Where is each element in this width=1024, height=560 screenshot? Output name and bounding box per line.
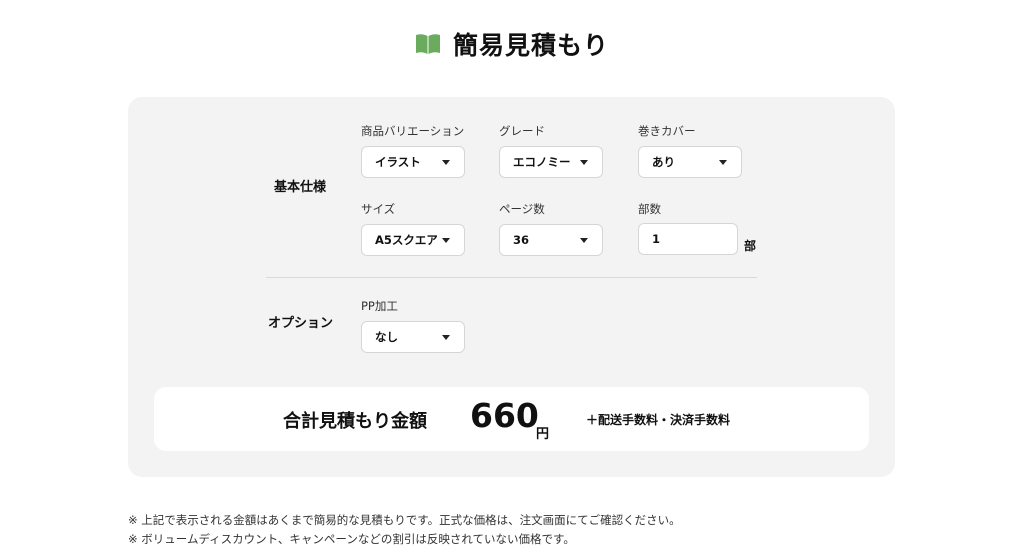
book-icon [415, 33, 441, 55]
variation-label: 商品バリエーション [361, 124, 465, 138]
variation-select[interactable]: イラスト [361, 146, 465, 178]
total-label: 合計見積もり金額 [283, 411, 427, 432]
pp-select[interactable]: なし [361, 321, 465, 353]
chevron-down-icon [442, 335, 450, 340]
copies-unit: 部 [744, 239, 757, 253]
pp-value: なし [375, 330, 398, 344]
total-unit: 円 [536, 427, 550, 442]
chevron-down-icon [580, 160, 588, 165]
total-fee-note: ＋配送手数料・決済手数料 [586, 413, 731, 427]
section-divider [266, 277, 757, 278]
variation-value: イラスト [375, 155, 421, 169]
grade-select[interactable]: エコノミー [499, 146, 603, 178]
chevron-down-icon [719, 160, 727, 165]
chevron-down-icon [580, 238, 588, 243]
chevron-down-icon [442, 238, 450, 243]
cover-label: 巻きカバー [638, 124, 696, 138]
pp-label: PP加工 [361, 299, 398, 313]
grade-value: エコノミー [513, 155, 571, 169]
pages-select[interactable]: 36 [499, 224, 603, 256]
total-value: 660 [470, 396, 539, 435]
pages-value: 36 [513, 233, 530, 247]
grade-label: グレード [499, 124, 545, 138]
cover-select[interactable]: あり [638, 146, 742, 178]
discount-note: ※ ボリュームディスカウント、キャンペーンなどの割引は反映されていない価格です。 [128, 532, 575, 546]
estimate-panel: 基本仕様 商品バリエーション イラスト グレード エコノミー 巻きカバー あり … [128, 97, 895, 477]
chevron-down-icon [442, 160, 450, 165]
pages-label: ページ数 [499, 202, 545, 216]
options-label: オプション [268, 316, 334, 331]
size-select[interactable]: A5スクエア [361, 224, 465, 256]
page-title: 簡易見積もり [452, 31, 609, 60]
cover-value: あり [652, 155, 675, 169]
basic-spec-label: 基本仕様 [274, 180, 327, 195]
total-box: 合計見積もり金額 660 円 ＋配送手数料・決済手数料 [154, 387, 869, 451]
copies-input[interactable]: 1 [638, 223, 738, 255]
copies-label: 部数 [638, 202, 661, 216]
page-header: 簡易見積もり [0, 26, 1024, 62]
disclaimer-note: ※ 上記で表示される金額はあくまで簡易的な見積もりです。正式な価格は、注文画面に… [128, 513, 681, 527]
size-label: サイズ [361, 202, 396, 216]
copies-value: 1 [652, 232, 661, 246]
size-value: A5スクエア [375, 233, 437, 247]
